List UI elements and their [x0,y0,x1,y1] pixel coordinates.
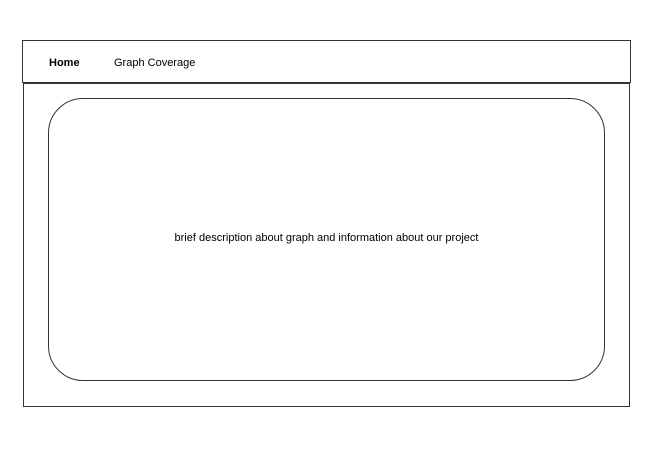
project-description: brief description about graph and inform… [174,232,479,244]
nav-home-link[interactable]: Home [49,57,80,70]
navbar: Home Graph Coverage [22,40,631,83]
content-card: brief description about graph and inform… [48,98,605,381]
nav-graph-coverage-link[interactable]: Graph Coverage [114,57,195,70]
